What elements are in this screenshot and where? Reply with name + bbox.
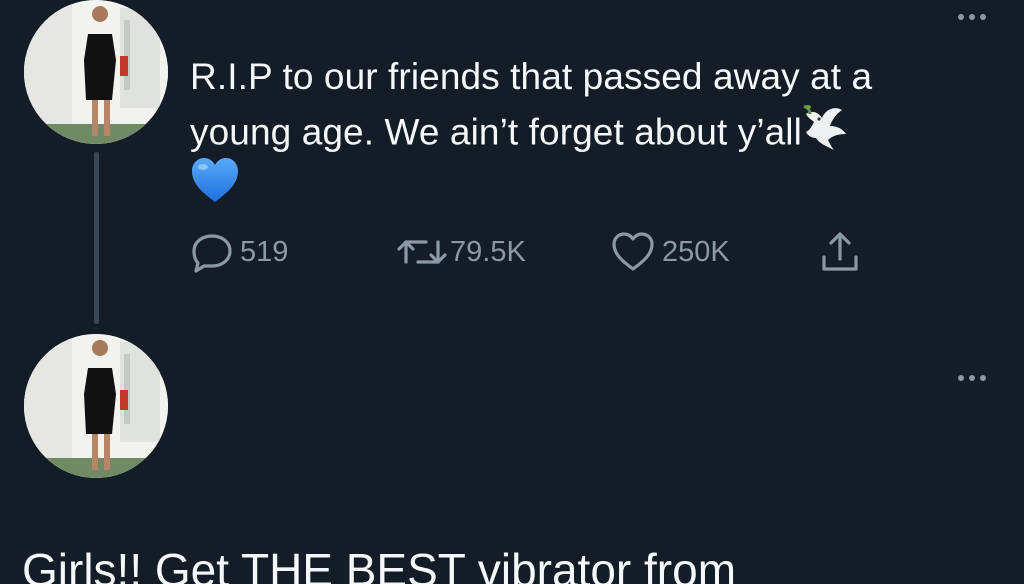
tweet-text: R.I.P to our friends that passed away at…	[190, 50, 980, 165]
reply-button[interactable]: 519	[190, 222, 288, 282]
avatar-photo	[24, 334, 168, 478]
retweet-button[interactable]: 79.5K	[396, 222, 526, 282]
blue-heart-emoji-icon	[190, 156, 240, 209]
share-button[interactable]	[818, 222, 862, 282]
heart-outline-icon	[612, 232, 654, 271]
dot-icon	[980, 375, 986, 381]
dot-icon	[969, 375, 975, 381]
tweet-text-body: R.I.P to our friends that passed away at…	[190, 56, 873, 153]
dot-icon	[969, 14, 975, 20]
avatar[interactable]	[24, 334, 168, 478]
tweet-text: Girls!! Get THE BEST vibrator from	[22, 544, 737, 584]
more-options-button[interactable]	[958, 14, 986, 20]
thread-view: R.I.P to our friends that passed away at…	[0, 0, 1024, 584]
like-count: 250K	[662, 235, 730, 268]
retweet-count: 79.5K	[450, 235, 526, 268]
tweet-actions: 519 79.5K 250K	[190, 222, 890, 282]
dot-icon	[980, 14, 986, 20]
like-button[interactable]: 250K	[610, 222, 730, 282]
reply-icon	[192, 234, 232, 273]
avatar[interactable]	[24, 0, 168, 144]
share-icon	[822, 232, 858, 271]
thread-connector-line	[94, 152, 99, 324]
avatar-photo	[24, 0, 168, 144]
retweet-icon	[397, 240, 447, 264]
dove-emoji-icon	[802, 104, 850, 165]
more-options-button[interactable]	[958, 375, 986, 381]
reply-count: 519	[240, 235, 289, 268]
dot-icon	[958, 375, 964, 381]
dot-icon	[958, 14, 964, 20]
